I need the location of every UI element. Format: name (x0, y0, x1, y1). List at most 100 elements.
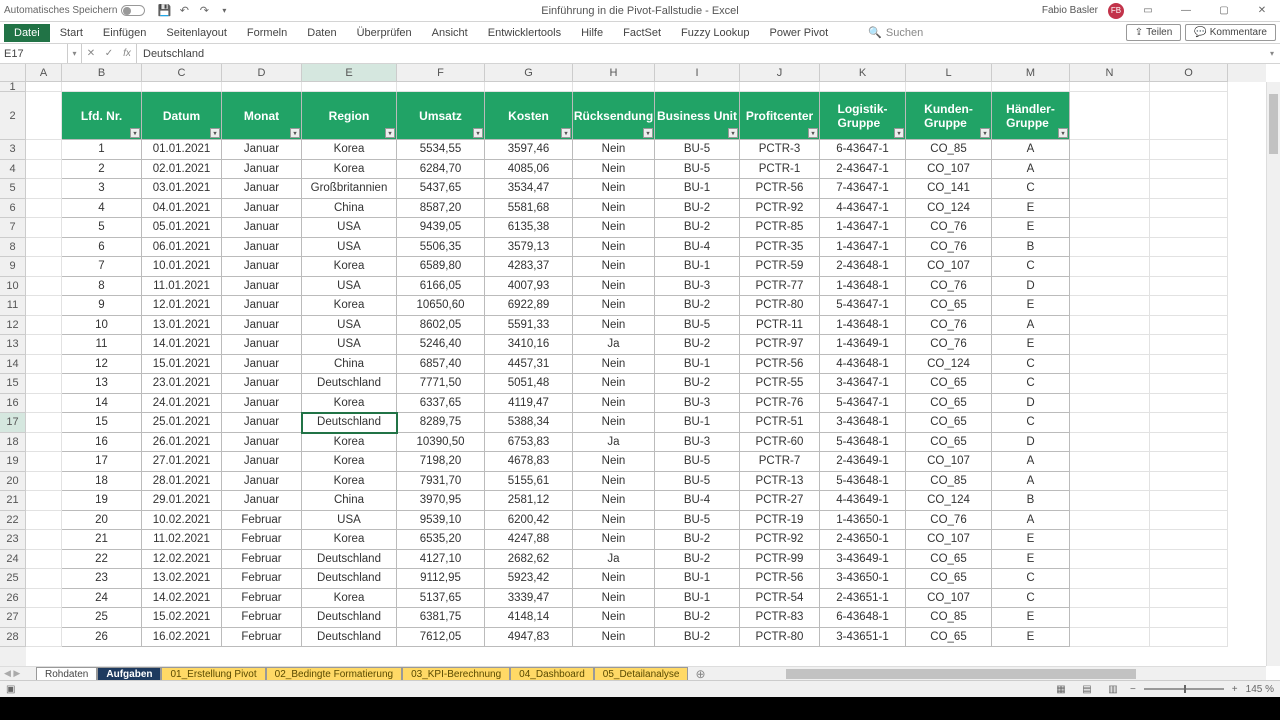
table-cell[interactable]: CO_107 (906, 589, 992, 609)
table-cell[interactable]: Januar (222, 472, 302, 492)
table-cell[interactable]: 06.01.2021 (142, 238, 222, 258)
table-cell[interactable]: C (992, 179, 1070, 199)
row-header[interactable]: 11 (0, 296, 26, 316)
table-cell[interactable]: 6-43647-1 (820, 140, 906, 160)
filter-dropdown-icon[interactable]: ▾ (643, 128, 653, 138)
table-cell[interactable]: PCTR-80 (740, 296, 820, 316)
table-cell[interactable]: 21 (62, 530, 142, 550)
table-cell[interactable]: China (302, 355, 397, 375)
table-cell[interactable]: 3-43649-1 (820, 550, 906, 570)
table-cell[interactable]: 3-43651-1 (820, 628, 906, 648)
row-header[interactable]: 24 (0, 550, 26, 570)
table-cell[interactable]: 04.01.2021 (142, 199, 222, 219)
table-cell[interactable]: 17 (62, 452, 142, 472)
table-cell[interactable]: 3 (62, 179, 142, 199)
table-cell[interactable]: E (992, 218, 1070, 238)
row-header[interactable]: 18 (0, 433, 26, 453)
table-cell[interactable]: BU-3 (655, 394, 740, 414)
table-cell[interactable]: 1-43649-1 (820, 335, 906, 355)
table-header[interactable]: Logistik-Gruppe▾ (820, 92, 906, 140)
table-cell[interactable]: A (992, 140, 1070, 160)
table-cell[interactable]: 5137,65 (397, 589, 485, 609)
table-cell[interactable]: 5-43648-1 (820, 433, 906, 453)
table-cell[interactable]: Januar (222, 394, 302, 414)
ribbon-tab-überprüfen[interactable]: Überprüfen (347, 24, 422, 42)
table-cell[interactable]: Korea (302, 472, 397, 492)
zoom-out-button[interactable]: − (1130, 684, 1136, 695)
table-cell[interactable]: A (992, 452, 1070, 472)
table-cell[interactable]: CO_107 (906, 530, 992, 550)
table-cell[interactable]: 10.02.2021 (142, 511, 222, 531)
table-cell[interactable]: Februar (222, 608, 302, 628)
table-cell[interactable]: 18 (62, 472, 142, 492)
table-cell[interactable]: Januar (222, 140, 302, 160)
table-cell[interactable]: Februar (222, 550, 302, 570)
table-cell[interactable]: 2581,12 (485, 491, 573, 511)
table-cell[interactable]: 6135,38 (485, 218, 573, 238)
column-header[interactable]: D (222, 64, 302, 82)
search-box[interactable]: 🔍 Suchen (868, 26, 923, 39)
table-cell[interactable]: 7771,50 (397, 374, 485, 394)
table-cell[interactable]: 25 (62, 608, 142, 628)
table-cell[interactable]: PCTR-11 (740, 316, 820, 336)
column-header[interactable]: M (992, 64, 1070, 82)
table-cell[interactable]: Januar (222, 491, 302, 511)
table-cell[interactable]: 5388,34 (485, 413, 573, 433)
table-cell[interactable]: BU-2 (655, 628, 740, 648)
vertical-scrollbar[interactable] (1266, 82, 1280, 666)
table-cell[interactable]: 2-43650-1 (820, 530, 906, 550)
table-cell[interactable]: 6166,05 (397, 277, 485, 297)
table-cell[interactable]: Nein (573, 413, 655, 433)
table-cell[interactable]: CO_65 (906, 296, 992, 316)
table-cell[interactable]: CO_124 (906, 355, 992, 375)
user-avatar[interactable]: FB (1108, 3, 1124, 19)
row-header[interactable]: 3 (0, 140, 26, 160)
table-cell[interactable]: Januar (222, 257, 302, 277)
table-cell[interactable]: Großbritannien (302, 179, 397, 199)
row-header[interactable]: 27 (0, 608, 26, 628)
share-button[interactable]: ⇪ Teilen (1126, 24, 1182, 41)
autosave-toggle[interactable] (121, 5, 145, 16)
table-cell[interactable]: 4457,31 (485, 355, 573, 375)
table-cell[interactable]: 4-43648-1 (820, 355, 906, 375)
filter-dropdown-icon[interactable]: ▾ (561, 128, 571, 138)
column-header[interactable]: N (1070, 64, 1150, 82)
table-cell[interactable]: Januar (222, 355, 302, 375)
table-cell[interactable]: D (992, 394, 1070, 414)
row-header[interactable]: 17 (0, 413, 26, 433)
table-cell[interactable]: CO_76 (906, 335, 992, 355)
table-header[interactable]: Lfd. Nr.▾ (62, 92, 142, 140)
table-cell[interactable]: Korea (302, 452, 397, 472)
normal-view-icon[interactable]: ▦ (1052, 682, 1070, 696)
table-cell[interactable]: 5246,40 (397, 335, 485, 355)
table-cell[interactable]: PCTR-54 (740, 589, 820, 609)
table-cell[interactable]: CO_124 (906, 199, 992, 219)
table-cell[interactable]: 6284,70 (397, 160, 485, 180)
table-cell[interactable]: PCTR-56 (740, 355, 820, 375)
table-cell[interactable]: Februar (222, 511, 302, 531)
column-header[interactable]: F (397, 64, 485, 82)
table-cell[interactable]: BU-5 (655, 472, 740, 492)
select-all-corner[interactable] (0, 64, 26, 82)
table-cell[interactable]: D (992, 433, 1070, 453)
row-header[interactable]: 21 (0, 491, 26, 511)
table-cell[interactable]: BU-2 (655, 550, 740, 570)
table-cell[interactable]: 4119,47 (485, 394, 573, 414)
table-cell[interactable]: PCTR-27 (740, 491, 820, 511)
table-cell[interactable]: BU-5 (655, 511, 740, 531)
ribbon-display-icon[interactable]: ▭ (1134, 1, 1162, 21)
table-cell[interactable]: Nein (573, 316, 655, 336)
sheet-tab[interactable]: 03_KPI-Berechnung (402, 667, 510, 681)
table-cell[interactable]: Nein (573, 589, 655, 609)
table-cell[interactable]: 6922,89 (485, 296, 573, 316)
table-cell[interactable]: 3339,47 (485, 589, 573, 609)
table-cell[interactable]: 1-43650-1 (820, 511, 906, 531)
table-cell[interactable]: Nein (573, 530, 655, 550)
table-cell[interactable]: 20 (62, 511, 142, 531)
table-cell[interactable]: 1 (62, 140, 142, 160)
table-cell[interactable]: Ja (573, 550, 655, 570)
table-cell[interactable]: Deutschland (302, 550, 397, 570)
cancel-formula-icon[interactable]: ✕ (82, 44, 100, 63)
table-cell[interactable]: 6589,80 (397, 257, 485, 277)
table-cell[interactable]: B (992, 491, 1070, 511)
